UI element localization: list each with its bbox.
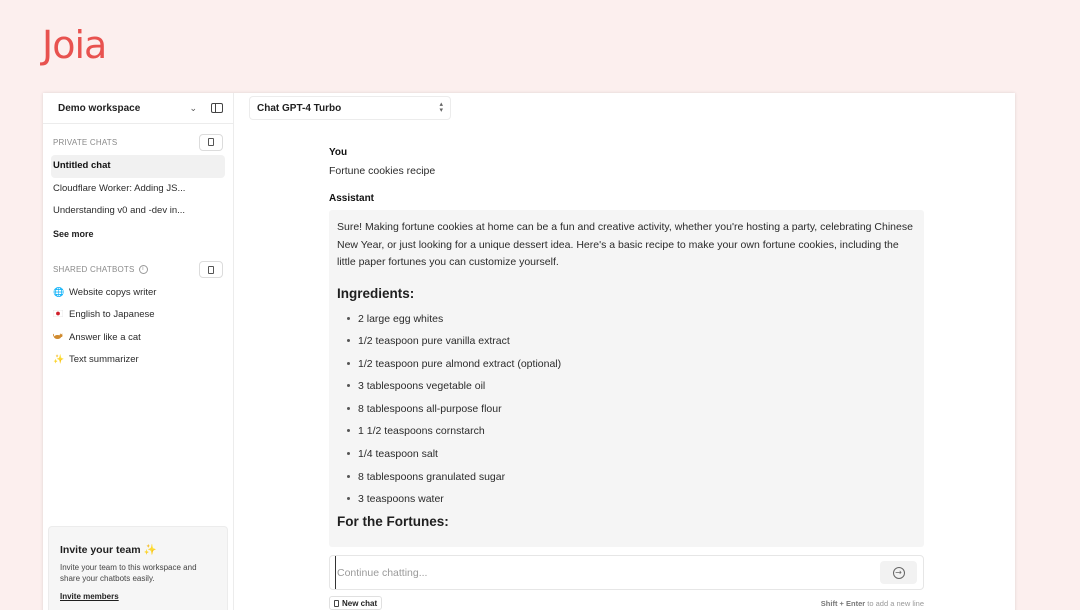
chat-item-cloudflare[interactable]: Cloudflare Worker: Adding JS... [51,178,225,201]
list-item: 1/2 teaspoon pure almond extract (option… [337,355,916,378]
chatbot-item-answer-like-a-cat[interactable]: Answer like a cat [51,327,225,350]
document-icon [208,265,214,274]
list-item: 1 1/2 teaspoons cornstarch [337,422,916,445]
chat-item-understanding-v0[interactable]: Understanding v0 and -dev in... [51,200,225,223]
list-item: 1/4 teaspoon salt [337,445,916,468]
sparkles-icon: ✨ [53,355,65,365]
send-button[interactable]: → [880,561,917,584]
cat-icon [53,327,63,350]
chatbot-item-english-to-japanese[interactable]: English to Japanese [51,304,225,327]
new-chatbot-button[interactable] [199,261,223,278]
app-window: Demo workspace ⌄ PRIVATE CHATS Untitled … [43,93,1015,610]
user-message: Fortune cookies recipe [329,165,436,177]
list-item: 1/2 teaspoon pure vanilla extract [337,332,916,355]
chevron-down-icon[interactable]: ⌄ [189,103,197,114]
chatbot-label: Text summarizer [69,354,139,365]
shortcut-hint: Shift + Enter to add a new line [820,598,924,608]
chatbot-label: Website copys writer [69,286,157,298]
list-item: 2 large egg whites [337,310,916,333]
new-chat-button[interactable]: New chat [329,596,383,610]
sidebar-toggle-icon[interactable] [211,103,223,113]
chatbot-label: English to Japanese [69,309,155,320]
new-private-chat-button[interactable] [199,133,223,151]
shared-chatbots-header: SHARED CHATBOTS i [43,260,233,280]
joia-logo: Joia [42,23,107,67]
invite-description: Invite your team to this workspace and s… [60,563,197,583]
list-item: 8 tablespoons all-purpose flour [337,400,916,423]
model-select[interactable]: Chat GPT-4 Turbo ▴ ▾ [249,96,451,120]
chat-input[interactable] [335,556,880,589]
ingredients-heading: Ingredients: [337,285,415,301]
new-chat-label: New chat [342,598,378,608]
conversation: You Fortune cookies recipe Assistant Sur… [329,147,924,547]
invite-team-card: Invite your team ✨ Invite your team to t… [48,526,228,610]
updown-arrows-icon: ▴ ▾ [439,101,443,114]
workspace-header: Demo workspace ⌄ [43,93,233,124]
chatbot-item-text-summarizer[interactable]: ✨ Text summarizer [51,349,225,372]
globe-icon: 🌐 [53,287,65,298]
chat-main: Chat GPT-4 Turbo ▴ ▾ You Fortune cookies … [234,93,1015,610]
user-speaker-label: You [329,147,348,158]
list-item: 8 tablespoons granulated sugar [337,468,916,491]
model-select-value: Chat GPT-4 Turbo [257,102,342,114]
workspace-selector[interactable]: Demo workspace [58,103,140,114]
japan-flag-icon [52,304,64,327]
assistant-message: Sure! Making fortune cookies at home can… [329,210,924,547]
assistant-intro: Sure! Making fortune cookies at home can… [337,221,913,268]
document-icon [208,138,214,146]
chatbot-label: Answer like a cat [69,331,141,343]
private-chats-title: PRIVATE CHATS [53,137,118,147]
info-icon[interactable]: i [138,265,148,274]
fortunes-heading: For the Fortunes: [337,513,449,529]
input-footer: New chat Shift + Enter to add a new line [329,596,924,610]
list-item: 3 teaspoons water [337,490,916,513]
chat-input-box: → [329,555,924,590]
arrow-right-circle-icon: → [892,566,905,579]
shared-chatbots-title: SHARED CHATBOTS [53,265,135,274]
invite-members-link[interactable]: Invite members [60,592,216,601]
sidebar: Demo workspace ⌄ PRIVATE CHATS Untitled … [43,93,234,610]
chatbot-item-website-copys-writer[interactable]: 🌐 Website copys writer [51,282,225,305]
document-icon [334,599,339,607]
list-item: 3 tablespoons vegetable oil [337,377,916,400]
invite-title: Invite your team ✨ [60,544,157,556]
assistant-speaker-label: Assistant [329,193,375,204]
see-more-link[interactable]: See more [53,223,233,245]
chat-item-untitled[interactable]: Untitled chat [51,155,225,178]
private-chats-header: PRIVATE CHATS [43,132,233,152]
ingredients-list: 2 large egg whites 1/2 teaspoon pure van… [337,310,916,513]
sparkles-icon: ✨ [143,544,157,556]
